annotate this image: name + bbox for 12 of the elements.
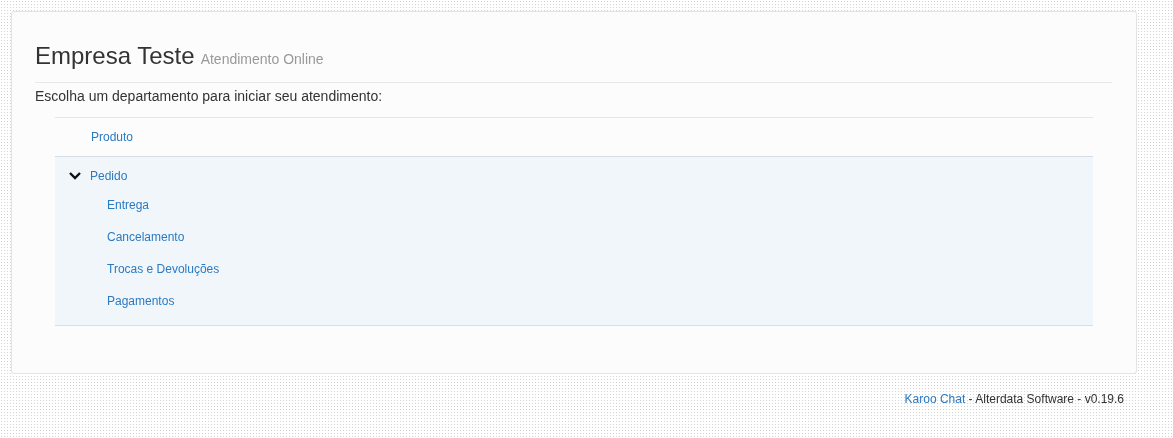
- department-link[interactable]: Produto: [91, 130, 134, 144]
- company-title: Empresa Teste: [35, 42, 195, 70]
- subtitle: Atendimento Online: [200, 51, 324, 67]
- subdepartment-link[interactable]: Cancelamento: [107, 230, 185, 244]
- department-link[interactable]: Pedido: [90, 169, 128, 183]
- subdepartment-link[interactable]: Trocas e Devoluções: [107, 262, 220, 276]
- subdepartment-link[interactable]: Pagamentos: [107, 294, 175, 308]
- subdepartment-link[interactable]: Entrega: [107, 198, 150, 212]
- footer-text: Karoo Chat - Alterdata Software - v0.19.6: [903, 391, 1125, 406]
- instruction-text: Escolha um departamento para iniciar seu atendimento:: [35, 88, 384, 104]
- footer-link[interactable]: Karoo Chat: [904, 392, 966, 406]
- chevron-icon[interactable]: [69, 171, 81, 181]
